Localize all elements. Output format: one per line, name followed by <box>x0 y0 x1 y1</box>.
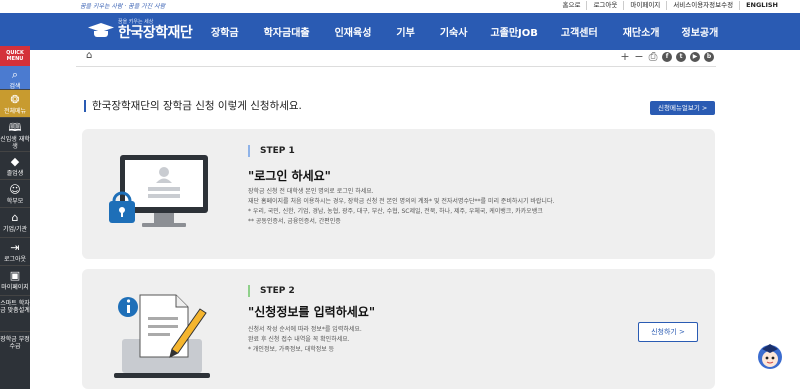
logout-link[interactable]: 로그아웃 <box>586 1 623 10</box>
breadcrumb-bar: ⌂ + − ⎙ f t ▶ b <box>76 47 716 67</box>
main-menu: 장학금 학자금대출 인재육성 기부 기숙사 고졸만JOB 고객센터 재단소개 정… <box>200 13 718 50</box>
step-2-description: 신청서 작성 순서에 따라 정보*를 입력하세요. 완료 후 신청 접수 내역을… <box>248 326 362 353</box>
youtube-icon[interactable]: ▶ <box>690 51 700 62</box>
english-link[interactable]: ENGLISH <box>739 1 784 10</box>
sidebar-item-search[interactable]: ⌕ 검색 <box>0 66 30 90</box>
apply-button[interactable]: 신청하기 > <box>638 322 698 342</box>
menu-dormitory[interactable]: 기숙사 <box>440 24 468 39</box>
sidebar-item-logout[interactable]: ⇥ 로그아웃 <box>0 238 30 266</box>
mypage-link[interactable]: 마이페이지 <box>623 1 666 10</box>
step-card-2: STEP 2 "신청정보를 입력하세요" 신청서 작성 순서에 따라 정보*를 … <box>82 269 715 389</box>
graduation-cap-logo-icon <box>86 19 116 41</box>
zoom-out-icon[interactable]: − <box>634 51 644 62</box>
menu-donation[interactable]: 기부 <box>396 24 414 39</box>
utility-links: 홈으로 로그아웃 마이페이지 서비스이용자정보수정 ENGLISH <box>557 1 785 10</box>
menu-about[interactable]: 재단소개 <box>623 24 660 39</box>
menu-loan[interactable]: 학자금대출 <box>264 24 310 39</box>
compass-icon: ❂ <box>10 93 20 106</box>
sidebar-item-students[interactable]: 🕮 신입생 재학생 <box>0 118 30 152</box>
quick-menu-sidebar: QUICK MENU ⌕ 검색 ❂ 전체메뉴 🕮 신입생 재학생 ◆ 졸업생 ☺… <box>0 46 30 389</box>
mypage-icon: ▣ <box>9 269 21 282</box>
building-icon: ⌂ <box>11 211 19 224</box>
global-nav: 꿈을 키우는 세상 한국장학재단 장학금 학자금대출 인재육성 기부 기숙사 고… <box>0 13 800 50</box>
page-title: 한국장학재단의 장학금 신청 이렇게 신청하세요. <box>84 100 302 112</box>
menu-scholarship[interactable]: 장학금 <box>211 24 239 39</box>
top-utility-bar: 꿈을 키우는 사람 · 꿈을 가진 사람 홈으로 로그아웃 마이페이지 서비스이… <box>0 0 800 12</box>
graduation-cap-icon: ◆ <box>10 155 20 168</box>
login-monitor-illustration <box>109 155 208 227</box>
mascot-chatbot-icon[interactable] <box>755 341 785 371</box>
home-link[interactable]: 홈으로 <box>557 1 587 10</box>
manual-button[interactable]: 신청메뉴얼보기 > <box>650 101 716 115</box>
menu-talent[interactable]: 인재육성 <box>335 24 372 39</box>
sidebar-item-smart-plan[interactable]: 스마트 학자금 맞춤설계 <box>0 296 30 332</box>
blog-icon[interactable]: b <box>704 51 714 62</box>
search-icon: ⌕ <box>11 68 19 81</box>
menu-customer-center[interactable]: 고객센터 <box>561 24 598 39</box>
application-form-illustration <box>114 294 210 378</box>
step-1-title: "로그인 하세요" <box>248 169 331 183</box>
sidebar-item-parents[interactable]: ☺ 학부모 <box>0 180 30 208</box>
sidebar-item-companies[interactable]: ⌂ 기업/기관 <box>0 208 30 238</box>
page-tools: + − ⎙ f t ▶ b <box>620 51 714 62</box>
menu-job[interactable]: 고졸만JOB <box>490 24 537 39</box>
logo[interactable]: 꿈을 키우는 세상 한국장학재단 <box>86 19 193 41</box>
zoom-in-icon[interactable]: + <box>620 51 630 62</box>
logout-icon: ⇥ <box>10 241 20 254</box>
sidebar-item-graduates[interactable]: ◆ 졸업생 <box>0 152 30 180</box>
twitter-icon[interactable]: t <box>676 51 686 62</box>
sidebar-item-mypage[interactable]: ▣ 마이페이지 <box>0 266 30 296</box>
menu-disclosure[interactable]: 정보공개 <box>682 24 719 39</box>
quick-menu-label: QUICK MENU <box>0 46 30 66</box>
step-card-1: STEP 1 "로그인 하세요" 장학금 신청 전 대학생 본인 명의로 로그인… <box>82 129 715 259</box>
step-2-badge: STEP 2 <box>248 285 295 297</box>
print-icon[interactable]: ⎙ <box>648 51 658 62</box>
home-icon[interactable]: ⌂ <box>86 50 92 61</box>
slogan: 꿈을 키우는 사람 · 꿈을 가진 사람 <box>80 3 166 10</box>
facebook-icon[interactable]: f <box>662 51 672 62</box>
sidebar-item-fraud[interactable]: 장학금 부정수급 <box>0 332 30 362</box>
step-2-title: "신청정보를 입력하세요" <box>248 305 376 319</box>
logo-title: 한국장학재단 <box>118 25 193 41</box>
parents-icon: ☺ <box>9 183 21 196</box>
step-1-badge: STEP 1 <box>248 145 295 157</box>
book-icon: 🕮 <box>8 121 22 134</box>
sidebar-item-all-menu[interactable]: ❂ 전체메뉴 <box>0 90 30 118</box>
step-1-description: 장학금 신청 전 대학생 본인 명의로 로그인 하세요. 재단 홈페이지를 처음… <box>248 188 555 225</box>
edit-user-info-link[interactable]: 서비스이용자정보수정 <box>666 1 739 10</box>
